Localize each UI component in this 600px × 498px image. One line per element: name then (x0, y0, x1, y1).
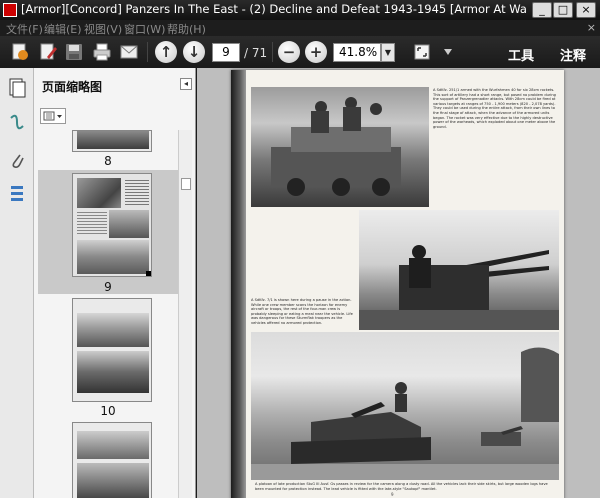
page-folio: 9 (391, 492, 394, 497)
navigation-strip (0, 68, 34, 498)
toolbar-separator (272, 42, 273, 62)
next-page-icon[interactable]: ↓ (182, 40, 206, 64)
document-viewer[interactable]: A SdKfz. 251/1 armed with the Wurfahmen … (197, 68, 600, 498)
comments-button[interactable]: 注释 (560, 45, 586, 64)
thumbnail-label: 9 (104, 280, 112, 294)
layers-icon[interactable] (6, 182, 28, 206)
maximize-button[interactable]: □ (553, 2, 573, 18)
previous-page-icon[interactable]: ↑ (154, 40, 178, 64)
close-button[interactable]: × (576, 2, 596, 18)
menu-file[interactable]: 文件(F) (6, 21, 43, 37)
menu-view[interactable]: 视图(V) (84, 21, 122, 37)
fit-page-icon[interactable] (410, 40, 434, 64)
thumbnail-image (72, 298, 152, 402)
edit-pdf-icon[interactable] (36, 40, 60, 64)
menu-bar: 文件(F) 编辑(E) 视图(V) 窗口(W) 帮助(H) × (0, 20, 600, 36)
page-thumbnails-icon[interactable] (6, 76, 28, 100)
thumbnail-label: 10 (100, 404, 116, 418)
minimize-button[interactable]: _ (532, 2, 552, 18)
more-tools-icon[interactable] (436, 40, 460, 64)
thumbnails-panel: 页面缩略图 ◂ 8 9 10 (34, 68, 196, 498)
app-icon (3, 3, 17, 17)
page-number-input[interactable]: 9 (212, 43, 240, 62)
thumbnail-page-11[interactable] (38, 422, 178, 498)
photo-flak-gun (359, 210, 559, 330)
menu-edit[interactable]: 编辑(E) (44, 21, 82, 37)
photo-halftrack (251, 87, 429, 207)
toolbar-separator (147, 42, 148, 62)
thumbnail-image (72, 173, 152, 277)
zoom-dropdown-icon[interactable]: ▼ (381, 43, 395, 62)
print-icon[interactable] (90, 40, 114, 64)
thumbnail-page-9[interactable]: 9 (38, 170, 178, 294)
thumbnail-image (72, 130, 152, 152)
title-bar: [Armor][Concord] Panzers In The East - (… (0, 0, 600, 20)
page-binding-edge (231, 70, 246, 498)
panel-options-button[interactable] (40, 108, 66, 124)
caption-top: A SdKfz. 251/1 armed with the Wurfahmen … (433, 88, 556, 129)
panel-scrollbar-thumb[interactable] (181, 178, 191, 190)
caption-bottom: A platoon of late production StuG III Au… (255, 482, 548, 491)
thumbnail-page-8[interactable]: 8 (38, 130, 178, 168)
save-icon[interactable] (62, 40, 86, 64)
menu-help[interactable]: 帮助(H) (167, 21, 206, 37)
create-icon[interactable] (8, 40, 32, 64)
email-icon[interactable] (117, 40, 141, 64)
menu-window[interactable]: 窗口(W) (124, 21, 165, 37)
bookmarks-icon[interactable] (6, 112, 28, 136)
thumbnail-page-10[interactable]: 10 (38, 296, 178, 420)
zoom-level-input[interactable]: 41.8% (333, 43, 381, 62)
document-close-icon[interactable]: × (587, 21, 596, 34)
thumbnail-image (72, 422, 152, 498)
panel-scrollbar[interactable] (178, 130, 192, 498)
panel-title: 页面缩略图 (42, 80, 103, 94)
zoom-out-icon[interactable]: − (277, 40, 301, 64)
page-total-label: / 71 (244, 46, 268, 60)
thumbnail-list: 8 9 10 (38, 130, 178, 498)
document-page: A SdKfz. 251/1 armed with the Wurfahmen … (231, 70, 564, 498)
thumbnail-label: 8 (104, 154, 112, 168)
collapse-panel-icon[interactable]: ◂ (180, 78, 192, 90)
tools-button[interactable]: 工具 (508, 45, 534, 64)
caption-middle: A SdKfz. 7/1 is shown here during a paus… (251, 298, 353, 325)
window-title: [Armor][Concord] Panzers In The East - (… (21, 2, 526, 16)
toolbar: ↑ ↓ 9 / 71 − + 41.8% ▼ 工具 注释 (0, 36, 600, 68)
photo-stug-column (251, 332, 559, 480)
attachments-icon[interactable] (6, 148, 28, 172)
panel-header: 页面缩略图 ◂ (34, 68, 196, 102)
zoom-in-icon[interactable]: + (304, 40, 328, 64)
